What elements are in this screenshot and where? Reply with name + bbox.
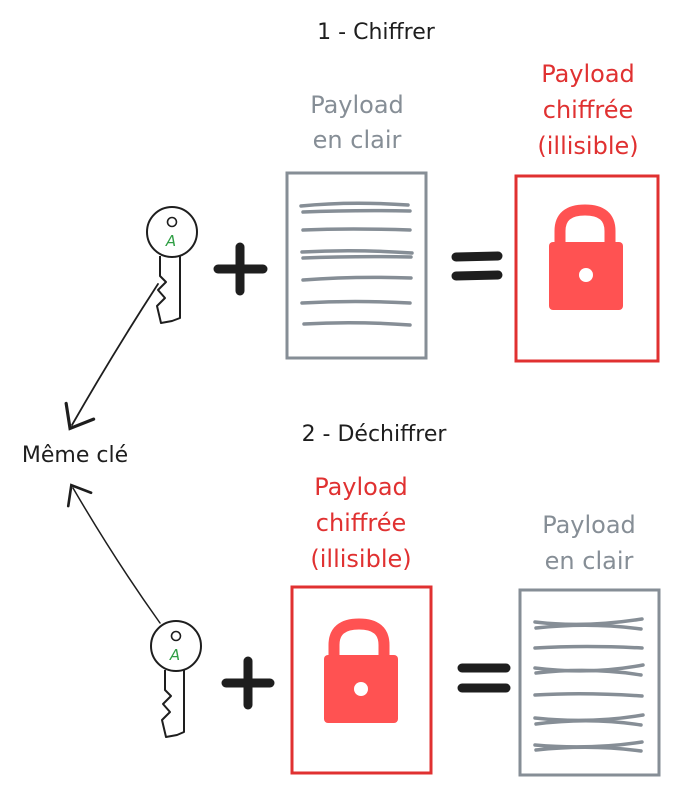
key-letter: A [165,232,176,250]
step1-plain-label-line1: Payload [310,91,404,119]
plain-document [518,588,661,777]
arrow-key2-to-label [66,483,161,624]
step2-title: 2 - Déchiffrer [302,422,448,447]
step1-title: 1 - Chiffrer [317,20,436,45]
step2-cipher-label-line3: (illisible) [310,545,411,573]
step1-cipher-label-line2: chiffrée [543,96,633,124]
step2-cipher-label-line2: chiffrée [316,509,406,537]
key-letter: A [169,646,180,664]
shared-key-label: Même clé [22,443,128,468]
lock-icon [324,618,398,723]
encrypted-document [290,585,433,775]
step2-cipher-label-line1: Payload [314,473,408,501]
step1-cipher-label-line3: (illisible) [537,132,638,160]
key-icon: A [150,620,202,738]
step1-cipher-label-line1: Payload [541,60,635,88]
equals-sign [457,663,511,693]
plus-sign [213,242,268,296]
equals-sign [451,251,503,281]
encryption-diagram: 1 - Chiffrer Payload en clair Payload ch… [22,20,661,777]
step1-plain-label-line2: en clair [313,126,402,154]
plus-sign [221,656,275,710]
key-icon: A [146,206,198,324]
step2-plain-label-line1: Payload [542,511,636,539]
encrypted-document [514,174,660,363]
step2-plain-label-line2: en clair [545,547,634,575]
plain-document [285,171,428,360]
arrow-key1-to-label [64,283,159,431]
lock-icon [549,204,623,310]
